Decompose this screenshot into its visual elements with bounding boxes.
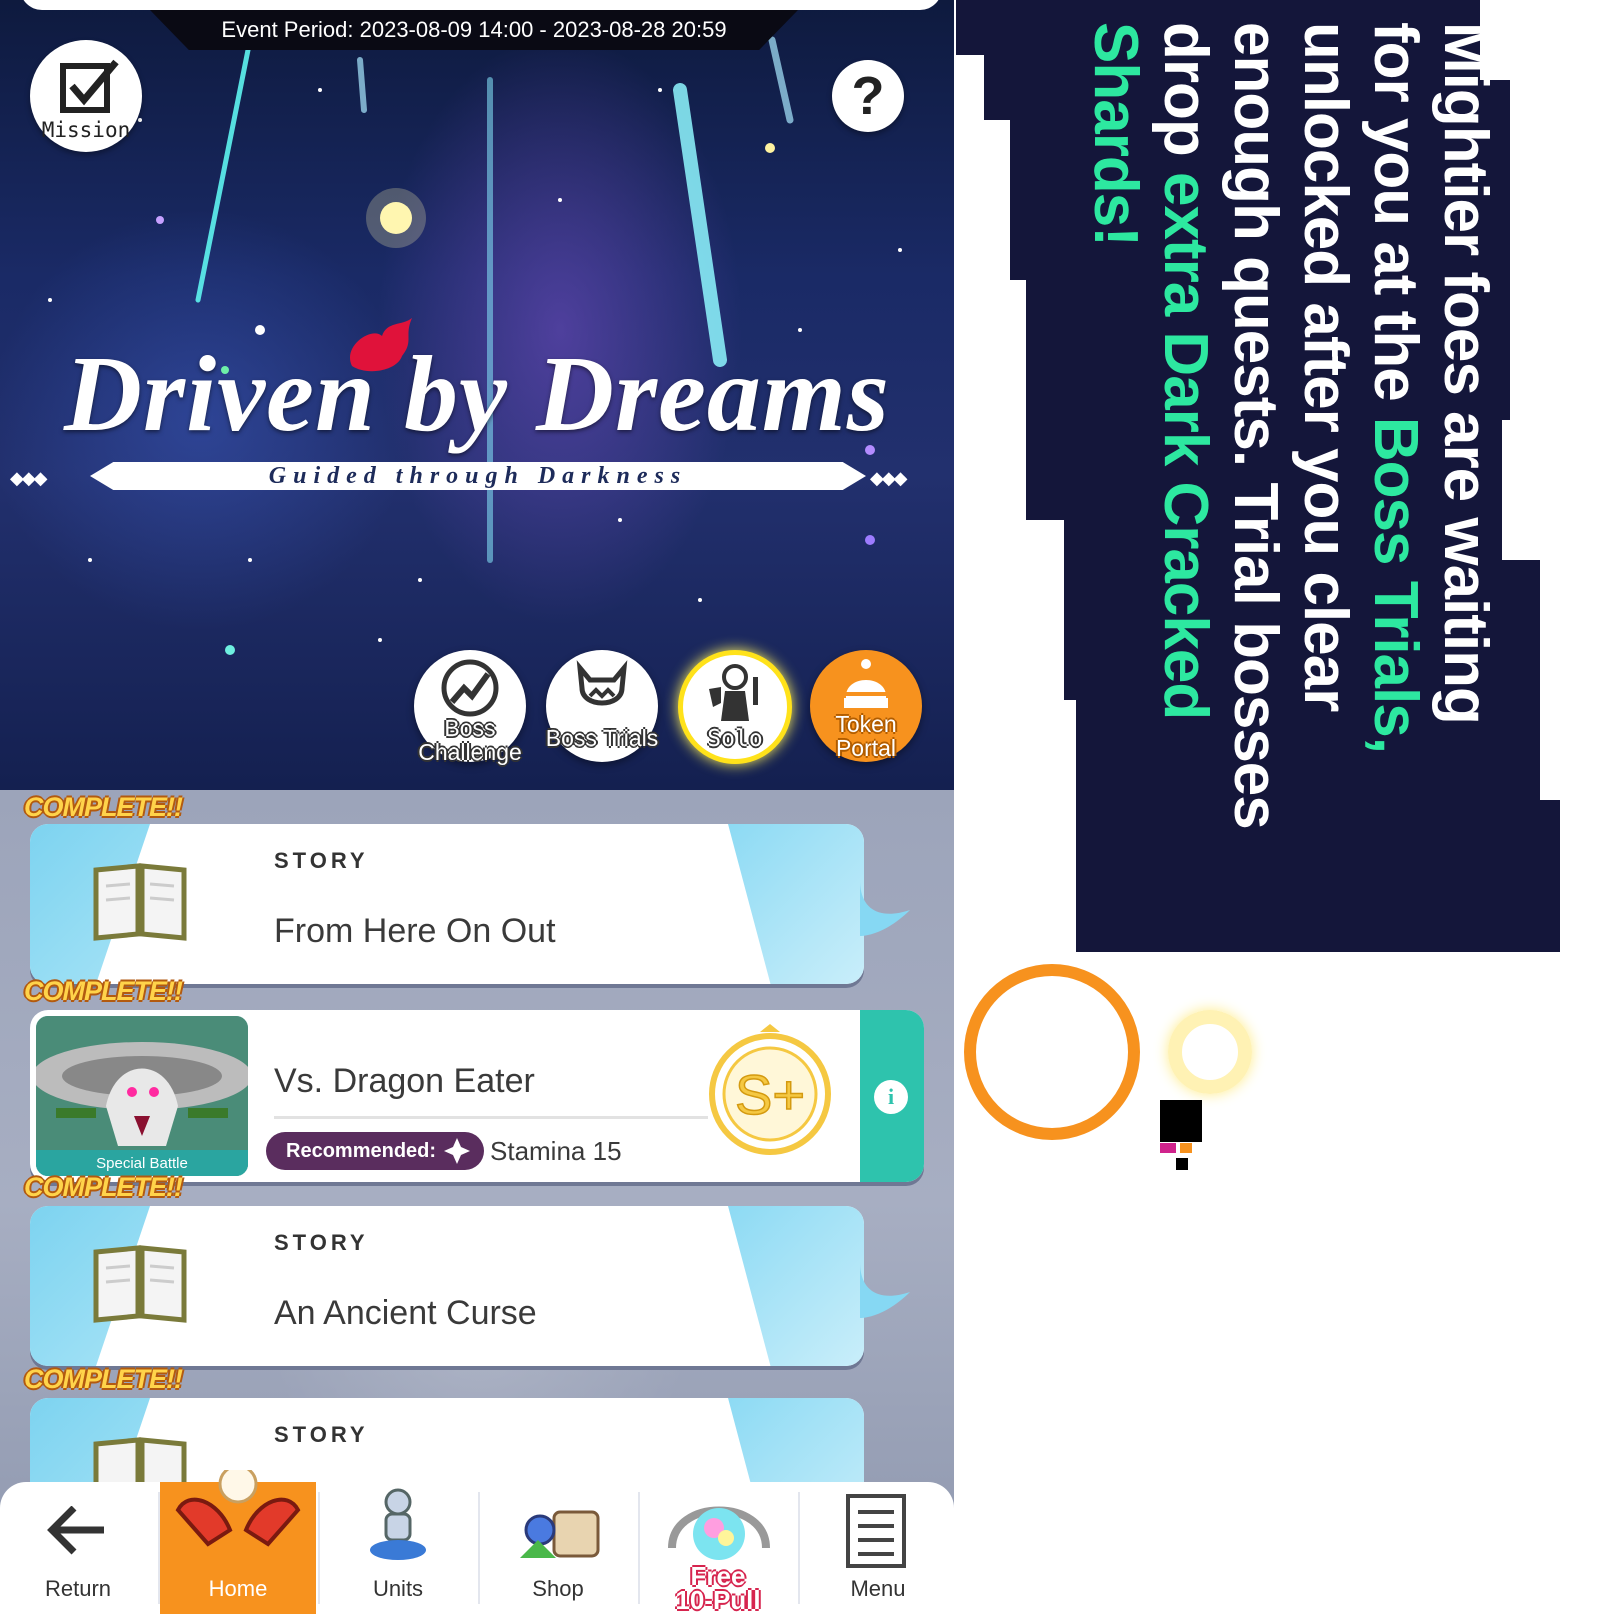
quest-type: STORY	[274, 848, 369, 873]
card-tail	[860, 1262, 910, 1318]
quest-type: STORY	[274, 1230, 369, 1255]
nav-home-label: Home	[208, 1576, 268, 1601]
promo-line-4: enough quests. Trial bosses	[1221, 22, 1290, 829]
boss-challenge-label: Boss Challenge	[418, 715, 522, 765]
book-icon	[93, 863, 187, 941]
nav-units-label: Units	[372, 1576, 424, 1601]
quest-title: Vs. Dragon Eater	[274, 1062, 535, 1100]
nav-units[interactable]: Units	[320, 1482, 476, 1614]
boss-challenge-icon	[441, 659, 499, 717]
boss-trials-button[interactable]: Boss Trials	[546, 650, 658, 762]
quest-title: An Ancient Curse	[274, 1294, 537, 1332]
recommended-badge: Recommended:	[266, 1132, 485, 1170]
nav-menu[interactable]: Menu	[800, 1482, 954, 1614]
mission-button[interactable]: Mission	[30, 40, 142, 152]
nav-shop-label: Shop	[532, 1576, 584, 1601]
boss-trials-label: Boss Trials	[545, 725, 659, 751]
rank-s-plus-icon: S+	[709, 1024, 831, 1155]
quest-card-story-1[interactable]: STORY From Here On Out	[30, 824, 864, 984]
promo-line-2: for you at the Boss Trials,	[1361, 22, 1430, 753]
element-star-icon	[444, 1138, 471, 1164]
recommended-label: Recommended:	[286, 1140, 437, 1162]
nav-return[interactable]: Return	[0, 1482, 156, 1614]
event-logo: Driven by Dreams ◆◆◆ ◆◆◆ Guided through …	[0, 318, 954, 500]
solo-label: Solo	[707, 726, 763, 752]
info-tab[interactable]: i	[860, 1010, 924, 1182]
top-tab-edge	[20, 0, 942, 10]
event-period: Event Period: 2023-08-09 14:00 - 2023-08…	[221, 17, 727, 42]
rank-text: S+	[735, 1063, 805, 1126]
free-pull-label: Free 10-Pull	[675, 1561, 761, 1614]
complete-badge: COMPLETE!!	[24, 1172, 183, 1202]
token-portal-button[interactable]: Token Portal	[810, 650, 922, 762]
mission-label: Mission	[41, 118, 131, 142]
complete-badge: COMPLETE!!	[24, 792, 183, 822]
event-subtitle: Guided through Darkness	[268, 463, 688, 489]
info-icon[interactable]: i	[874, 1080, 908, 1114]
nav-shop[interactable]: Shop	[480, 1482, 636, 1614]
boss-trials-icon	[576, 660, 628, 706]
diamonds-right: ◆◆◆	[870, 468, 908, 489]
promo-line-1: Mightier foes are waiting	[1431, 22, 1500, 724]
promo-text: Mightier foes are waiting for you at the…	[1060, 22, 1500, 942]
token-portal-icon	[844, 659, 888, 708]
bottom-nav: Return Home Units Shop Free 10-Pull Menu	[0, 1470, 954, 1614]
menu-list-icon	[846, 1494, 906, 1568]
nav-menu-label: Menu	[850, 1576, 906, 1601]
home-icon	[175, 1470, 301, 1547]
nav-return-label: Return	[44, 1576, 112, 1601]
pixel-block	[1160, 1100, 1202, 1142]
pixel-block	[1160, 1143, 1176, 1153]
help-button[interactable]: ?	[832, 60, 904, 132]
quest-title: From Here On Out	[274, 912, 556, 950]
stamina-cost: Stamina 15	[490, 1136, 622, 1166]
complete-badge: COMPLETE!!	[24, 1364, 183, 1394]
game-screen: Event Period: 2023-08-09 14:00 - 2023-08…	[0, 0, 954, 1614]
special-battle-label: Special Battle	[96, 1155, 188, 1172]
quest-type: STORY	[274, 1422, 369, 1447]
solo-button[interactable]: Solo	[678, 650, 792, 764]
boss-thumbnail: Special Battle	[36, 1016, 248, 1176]
promo-line-5: drop extra Dark Cracked Shards!	[1081, 22, 1220, 720]
pixel-block	[1180, 1143, 1192, 1153]
arrow-left-icon	[47, 1506, 104, 1555]
dragon-eater-portrait	[36, 1016, 248, 1176]
shop-icon	[520, 1510, 600, 1558]
event-title: Driven by Dreams	[64, 335, 890, 454]
event-banner: Event Period: 2023-08-09 14:00 - 2023-08…	[0, 0, 954, 790]
summon-orb-icon	[668, 1506, 770, 1560]
solo-icon	[709, 664, 758, 721]
promo-line-3: unlocked after you clear	[1291, 22, 1360, 712]
token-portal-label: Token Portal	[835, 711, 897, 761]
quest-card-battle[interactable]: Special Battle Vs. Dragon Eater Recommen…	[30, 1010, 924, 1182]
quest-card-story-2[interactable]: STORY An Ancient Curse	[30, 1206, 864, 1366]
boss-challenge-button[interactable]: Boss Challenge	[414, 650, 526, 764]
units-icon	[370, 1488, 426, 1560]
highlight-ring	[964, 964, 1140, 1140]
complete-badge: COMPLETE!!	[24, 976, 183, 1006]
card-tail	[860, 880, 910, 936]
book-icon	[93, 1245, 187, 1323]
checkbox-icon	[60, 59, 119, 113]
nav-free-pull[interactable]: Free 10-Pull	[640, 1482, 796, 1614]
glow-ring	[1168, 1010, 1252, 1094]
nav-home[interactable]: Home	[160, 1470, 316, 1614]
pixel-block	[1176, 1158, 1188, 1170]
diamonds-left: ◆◆◆	[10, 468, 48, 489]
